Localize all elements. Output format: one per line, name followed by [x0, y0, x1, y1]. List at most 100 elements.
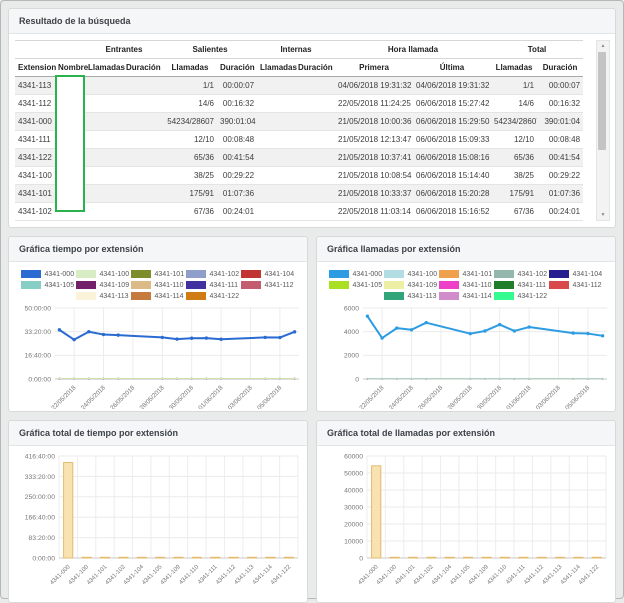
legend-item-4341-111[interactable]: 4341-111	[186, 281, 241, 289]
bar-4341-111	[519, 557, 528, 558]
table-cell: 4341-111	[15, 131, 55, 149]
chart-legend: 4341-0004341-1004341-101 4341-1024341-104…	[13, 270, 303, 303]
table-cell: 00:08:48	[537, 131, 583, 149]
legend-item-4341-114[interactable]: 4341-114	[439, 292, 494, 300]
table-scrollbar[interactable]: ▲ ▼	[596, 40, 610, 221]
table-cell: 00:41:54	[217, 149, 257, 167]
column-header-cell[interactable]: Duración	[295, 59, 335, 77]
column-header-cell[interactable]: Llamadas	[163, 59, 217, 77]
bar-4341-100	[82, 557, 91, 558]
results-panel: Resultado de la búsqueda EntrantesSalien…	[8, 8, 616, 228]
scroll-up-icon[interactable]: ▲	[597, 41, 609, 51]
legend-item-4341-101[interactable]: 4341-101	[131, 270, 186, 278]
svg-text:0:00:00: 0:00:00	[32, 555, 55, 562]
svg-text:28/05/2018: 28/05/2018	[446, 384, 474, 409]
table-cell: 06/06/2018 15:20:28	[413, 185, 491, 203]
legend-item-4341-122[interactable]: 4341-122	[494, 292, 549, 300]
table-row[interactable]: 4341-11112/1000:08:4821/05/2018 12:13:47…	[15, 131, 583, 149]
legend-item-4341-105[interactable]: 4341-105	[21, 281, 76, 289]
table-row[interactable]: 4341-00054234/28607390:01:0421/05/2018 1…	[15, 113, 583, 131]
legend-item-4341-105[interactable]: 4341-105	[329, 281, 384, 289]
table-cell	[85, 131, 123, 149]
table-row[interactable]: 4341-11214/600:16:3222/05/2018 11:24:250…	[15, 95, 583, 113]
column-header-cell[interactable]: Extension	[15, 59, 55, 77]
line-chart-llamadas: 22/05/201824/05/201826/05/201828/05/2018…	[321, 303, 613, 409]
table-cell: 04/06/2018 19:31:32	[413, 77, 491, 95]
legend-swatch	[76, 281, 96, 289]
bar-4341-100	[390, 557, 399, 558]
legend-label: 4341-102	[210, 271, 240, 278]
scrollbar-thumb[interactable]	[598, 52, 606, 150]
legend-swatch	[186, 270, 206, 278]
bar-4341-105	[156, 557, 165, 558]
bar-4341-111	[211, 557, 220, 558]
legend-item-4341-110[interactable]: 4341-110	[439, 281, 494, 289]
table-cell	[85, 167, 123, 185]
table-row[interactable]: 4341-101175/9101:07:3621/05/2018 10:33:3…	[15, 185, 583, 203]
column-header-cell[interactable]: Duración	[123, 59, 163, 77]
table-cell: 06/06/2018 15:27:42	[413, 95, 491, 113]
table-row[interactable]: 4341-10267/3600:24:0122/05/2018 11:03:14…	[15, 203, 583, 221]
table-cell	[295, 113, 335, 131]
column-header-cell[interactable]: Nombre	[55, 59, 85, 77]
bar-4341-122	[592, 557, 601, 558]
legend-item-4341-109[interactable]: 4341-109	[76, 281, 131, 289]
legend-item-4341-113[interactable]: 4341-113	[76, 292, 131, 300]
legend-item-4341-112[interactable]: 4341-112	[241, 281, 296, 289]
legend-item-4341-122[interactable]: 4341-122	[186, 292, 241, 300]
legend-item-4341-100[interactable]: 4341-100	[76, 270, 131, 278]
legend-item-4341-109[interactable]: 4341-109	[384, 281, 439, 289]
table-row[interactable]: 4341-12265/3600:41:5421/05/2018 10:37:41…	[15, 149, 583, 167]
table-row[interactable]: 4341-1131/100:00:0704/06/2018 19:31:3204…	[15, 77, 583, 95]
legend-item-4341-100[interactable]: 4341-100	[384, 270, 439, 278]
legend-swatch	[21, 281, 41, 289]
legend-label: 4341-112	[265, 282, 294, 289]
column-header-cell[interactable]: Duración	[217, 59, 257, 77]
legend-item-4341-104[interactable]: 4341-104	[241, 270, 296, 278]
bar-4341-110	[500, 557, 509, 558]
table-row[interactable]: 4341-10038/2500:29:2221/05/2018 10:08:54…	[15, 167, 583, 185]
legend-label: 4341-110	[463, 282, 492, 289]
legend-label: 4341-000	[45, 271, 75, 278]
column-header-cell[interactable]: Llamadas	[85, 59, 123, 77]
legend-item-4341-111[interactable]: 4341-111	[494, 281, 549, 289]
column-header-cell[interactable]: Llamadas	[491, 59, 537, 77]
legend-item-4341-113[interactable]: 4341-113	[384, 292, 439, 300]
legend-swatch	[384, 292, 404, 300]
svg-text:16:40:00: 16:40:00	[25, 353, 52, 360]
nombre-column-highlight-box	[55, 75, 85, 212]
legend-item-4341-101[interactable]: 4341-101	[439, 270, 494, 278]
table-cell	[257, 131, 295, 149]
column-header-cell[interactable]: Llamadas	[257, 59, 295, 77]
group-header-cell: Hora llamada	[335, 41, 491, 59]
column-header-cell[interactable]: Primera	[335, 59, 413, 77]
table-cell: 22/05/2018 11:03:14	[335, 203, 413, 221]
legend-item-4341-000[interactable]: 4341-000	[329, 270, 384, 278]
group-header-cell: Entrantes	[85, 41, 163, 59]
legend-swatch	[549, 281, 569, 289]
svg-text:24/05/2018: 24/05/2018	[388, 384, 416, 409]
legend-item-4341-110[interactable]: 4341-110	[131, 281, 186, 289]
legend-item-4341-114[interactable]: 4341-114	[131, 292, 186, 300]
legend-item-4341-102[interactable]: 4341-102	[186, 270, 241, 278]
legend-item-4341-000[interactable]: 4341-000	[21, 270, 76, 278]
bar-chart-total-llamadas: 01000020000300004000050000600004341-0004…	[321, 450, 613, 600]
table-cell: 12/10	[491, 131, 537, 149]
bar-4341-102	[427, 557, 436, 558]
bar-4341-000	[64, 463, 73, 558]
table-cell: 4341-100	[15, 167, 55, 185]
bar-4341-101	[100, 557, 109, 558]
legend-item-4341-112[interactable]: 4341-112	[549, 281, 604, 289]
column-header-cell[interactable]: Duración	[537, 59, 583, 77]
legend-swatch	[21, 270, 41, 278]
table-cell	[85, 203, 123, 221]
legend-swatch	[241, 281, 261, 289]
svg-text:0:00:00: 0:00:00	[28, 376, 51, 383]
bar-4341-114	[266, 557, 275, 558]
legend-item-4341-102[interactable]: 4341-102	[494, 270, 549, 278]
bar-4341-113	[555, 557, 564, 558]
column-header-cell[interactable]: Última	[413, 59, 491, 77]
legend-label: 4341-000	[353, 271, 383, 278]
legend-item-4341-104[interactable]: 4341-104	[549, 270, 604, 278]
scroll-down-icon[interactable]: ▼	[597, 210, 609, 220]
